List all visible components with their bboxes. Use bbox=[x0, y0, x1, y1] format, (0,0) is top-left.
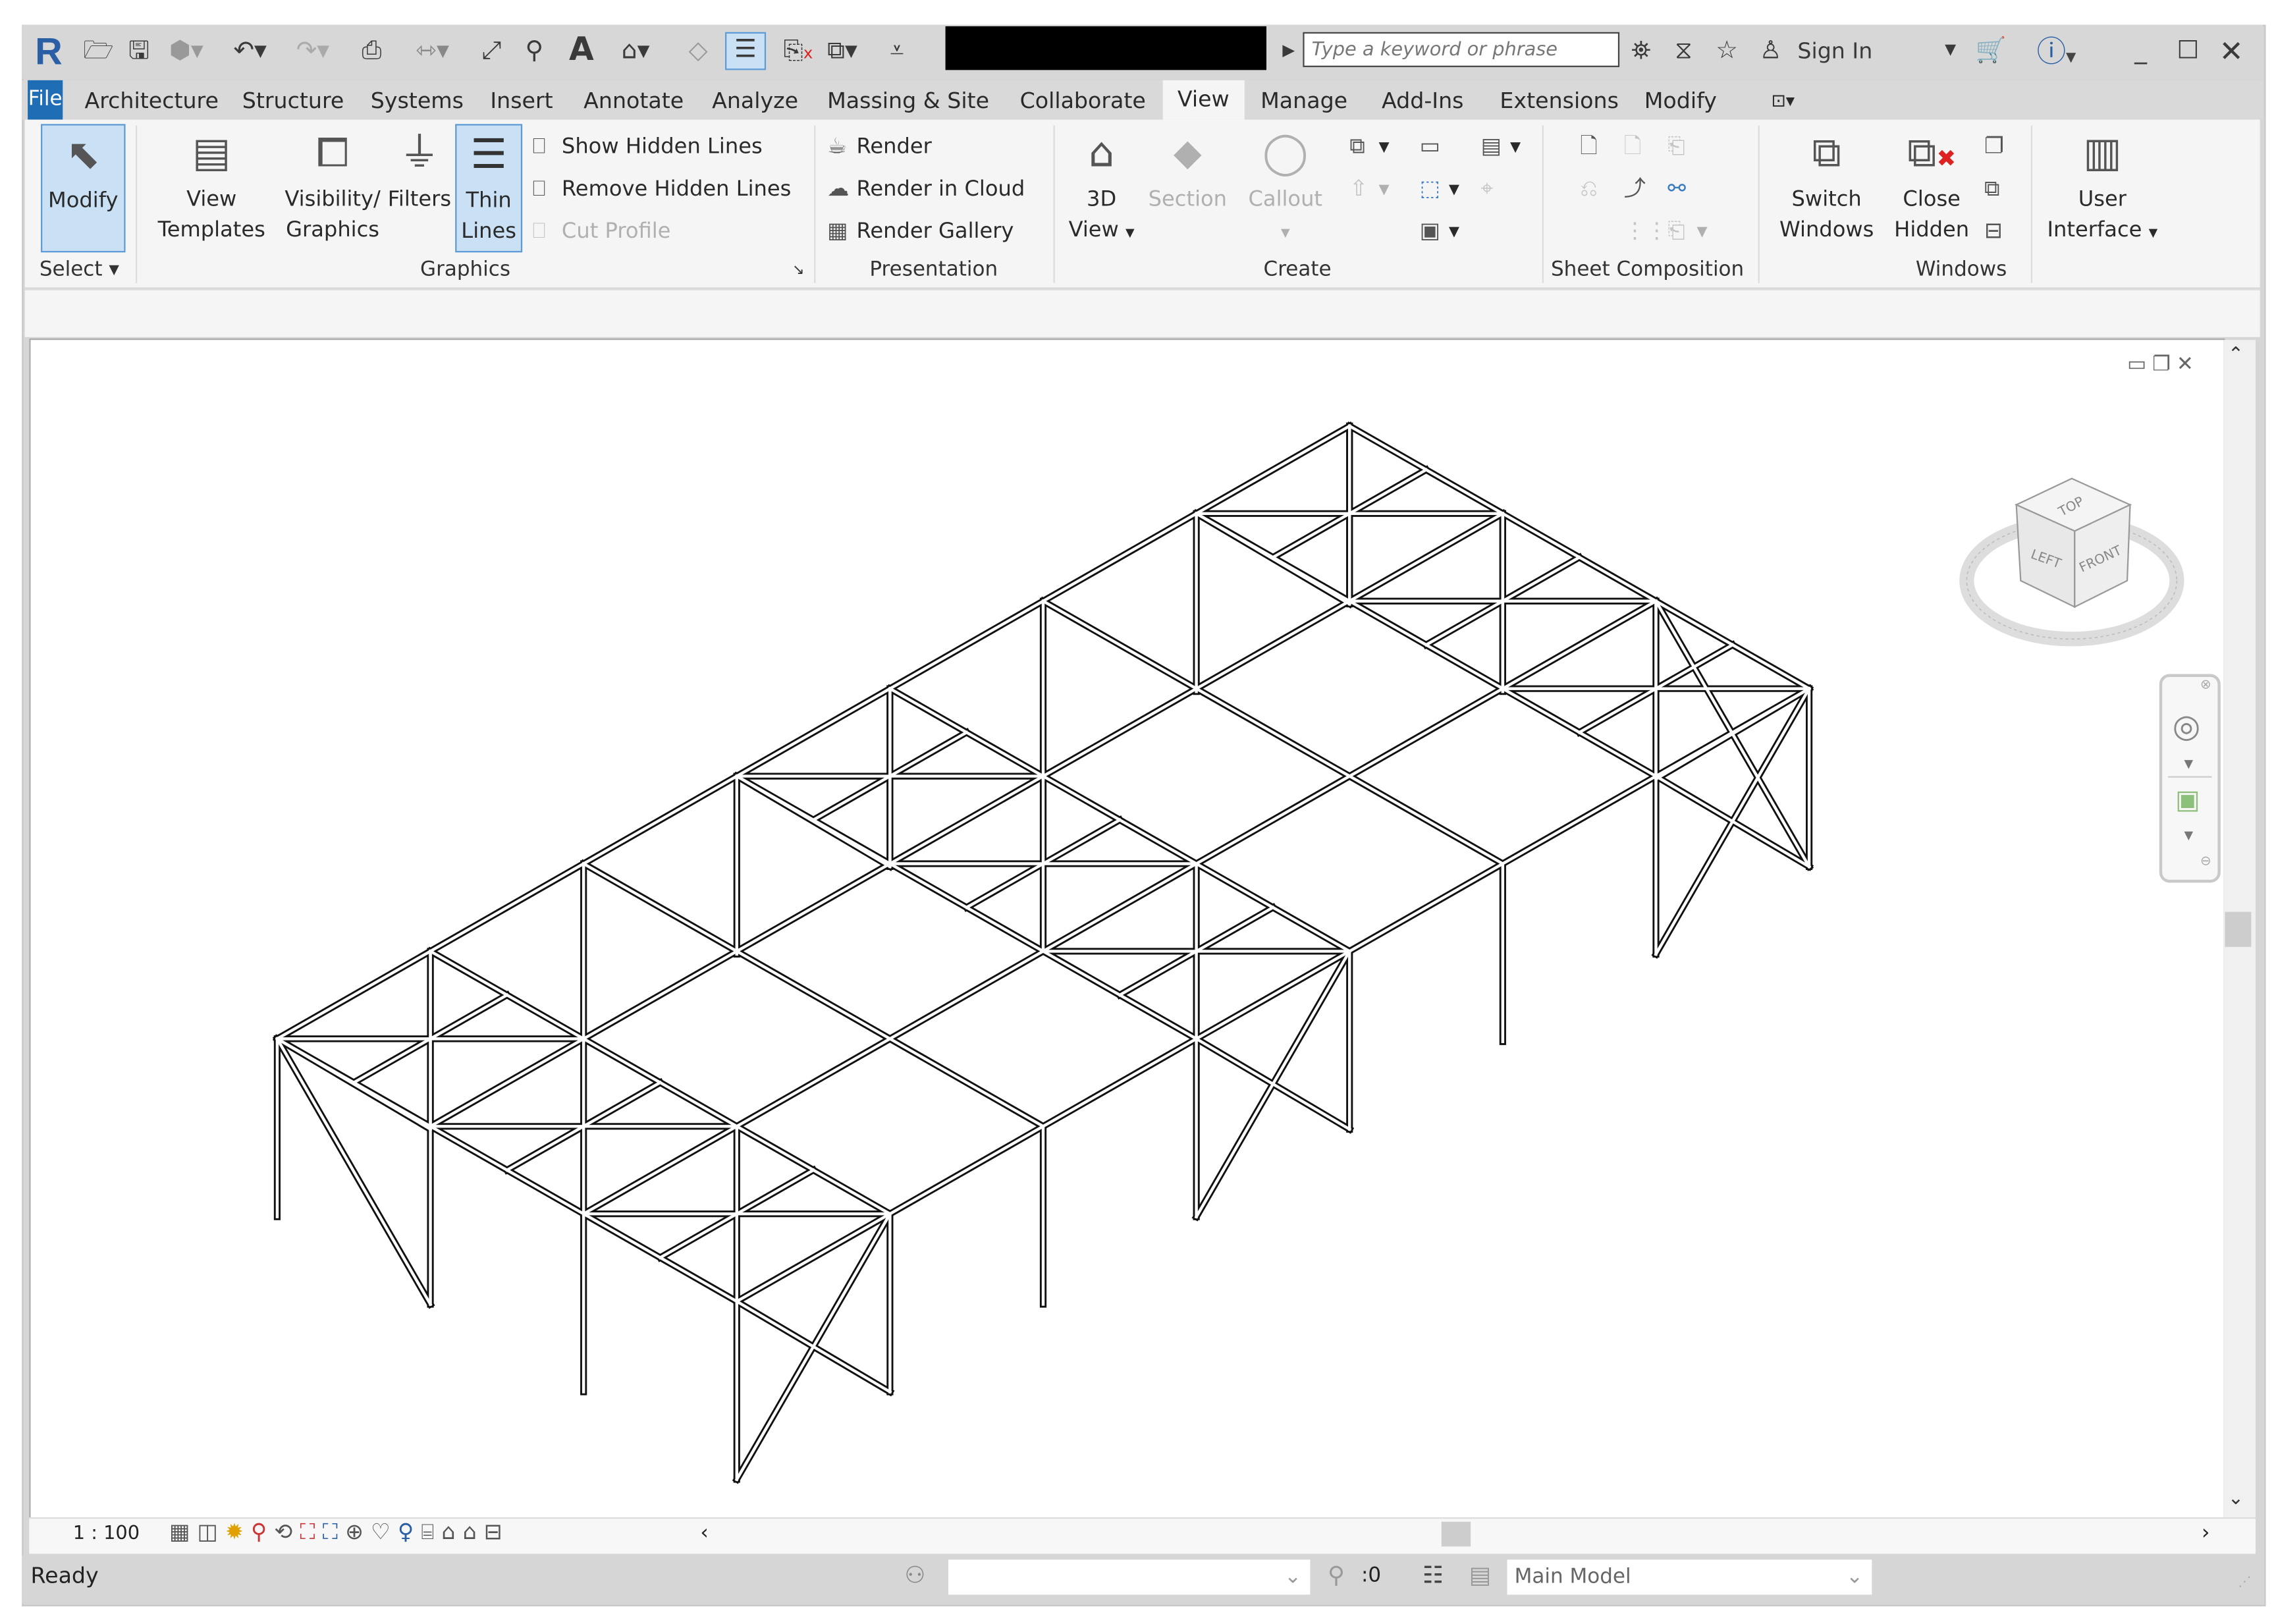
temp-hide-icon[interactable]: ♡ bbox=[371, 1519, 398, 1545]
viewcube[interactable]: TOP LEFT FRONT bbox=[1955, 467, 2196, 664]
wall-brace-fill[interactable] bbox=[275, 1037, 433, 1307]
navigation-bar: ⊗ ◎ ▼ ▣ ▼ ⊖ bbox=[2159, 674, 2221, 883]
worksets-icon[interactable]: ⚇ bbox=[905, 1561, 926, 1588]
horizontal-scroll-thumb[interactable] bbox=[1441, 1521, 1471, 1547]
shadows-icon[interactable]: ⚲ bbox=[251, 1519, 274, 1545]
view-scale[interactable]: 1 : 100 bbox=[73, 1523, 140, 1545]
roof-beam-fill[interactable] bbox=[275, 423, 1352, 1041]
scroll-up-icon[interactable]: ⌃ bbox=[2228, 344, 2244, 366]
editable-only-icon[interactable]: ⚲ bbox=[1328, 1561, 1345, 1588]
navbar-divider bbox=[2168, 776, 2212, 778]
show-analytical-icon[interactable]: ⌂ bbox=[463, 1519, 484, 1545]
zoom-dropdown-icon[interactable]: ▼ bbox=[2184, 828, 2193, 842]
exclude-options-icon[interactable]: ▤ bbox=[1469, 1561, 1492, 1588]
hscroll-left-icon[interactable]: ‹ bbox=[700, 1522, 708, 1545]
view-control-icons: ▦◫✹⚲⟲⛶⛶⊕♡♀⌸⌂⌂⊟ bbox=[169, 1519, 510, 1545]
view-window-controls: ▭❐✕ bbox=[2127, 353, 2200, 376]
revit-window: R 🗁 🖫 ⬢▾ ↶▾ ↷▾ ⎙ ⇿▾ ⤢ ⚲ A ⌂▾ ◇ ☰ ⎘x ⧉▾ ⩡… bbox=[0, 0, 2276, 1624]
steering-wheel-icon[interactable]: ◎ bbox=[2173, 709, 2201, 745]
workset-combo[interactable]: ⌄ bbox=[948, 1559, 1311, 1595]
crop-region-icon[interactable]: ⛶ bbox=[323, 1519, 345, 1545]
navbar-close-icon[interactable]: ⊗ bbox=[2200, 678, 2211, 693]
rendering-dialog-icon[interactable]: ⟲ bbox=[274, 1519, 300, 1545]
visual-style-icon[interactable]: ◫ bbox=[197, 1519, 225, 1545]
design-option-combo[interactable]: Main Model ⌄ bbox=[1507, 1559, 1872, 1595]
sun-path-icon[interactable]: ✹ bbox=[225, 1519, 251, 1545]
steel-frame-model bbox=[272, 421, 1814, 1484]
roof-beam-fill[interactable] bbox=[582, 599, 1658, 1216]
temp-view-properties-icon[interactable]: ⌸ bbox=[421, 1519, 441, 1545]
highlight-displacement-icon[interactable]: ⊟ bbox=[484, 1519, 510, 1545]
view-close-icon[interactable]: ✕ bbox=[2177, 353, 2200, 376]
hscroll-right-icon[interactable]: › bbox=[2202, 1522, 2209, 1545]
crop-view-icon[interactable]: ⛶ bbox=[300, 1519, 322, 1545]
selection-count: :0 bbox=[1361, 1563, 1382, 1588]
wheel-dropdown-icon[interactable]: ▼ bbox=[2184, 757, 2193, 771]
detail-level-icon[interactable]: ▦ bbox=[169, 1519, 198, 1545]
resize-grip-icon[interactable]: ⋰ bbox=[2238, 1576, 2251, 1590]
wall-brace-fill[interactable] bbox=[734, 1212, 892, 1482]
wall-brace-fill[interactable] bbox=[1194, 949, 1352, 1219]
scroll-down-icon[interactable]: ⌄ bbox=[2228, 1488, 2244, 1510]
status-text: Ready bbox=[30, 1562, 99, 1589]
roof-beam-fill[interactable] bbox=[428, 511, 1505, 1129]
lock-view-icon[interactable]: ⊕ bbox=[345, 1519, 371, 1545]
worksharing-display-icon[interactable]: ⌂ bbox=[441, 1519, 462, 1545]
zoom-region-icon[interactable]: ▣ bbox=[2175, 785, 2200, 816]
view-minimize-icon[interactable]: ▭ bbox=[2127, 353, 2152, 376]
reveal-hidden-icon[interactable]: ♀ bbox=[398, 1519, 421, 1545]
view-restore-icon[interactable]: ❐ bbox=[2152, 353, 2177, 376]
design-options-icon[interactable]: ☷ bbox=[1422, 1561, 1444, 1588]
navbar-collapse-icon[interactable]: ⊖ bbox=[2200, 855, 2211, 869]
frame-members-fill bbox=[275, 423, 1812, 1482]
design-option-value: Main Model bbox=[1514, 1565, 1631, 1589]
roof-beam-fill[interactable] bbox=[734, 686, 1812, 1304]
vertical-scroll-thumb[interactable] bbox=[2225, 911, 2252, 947]
